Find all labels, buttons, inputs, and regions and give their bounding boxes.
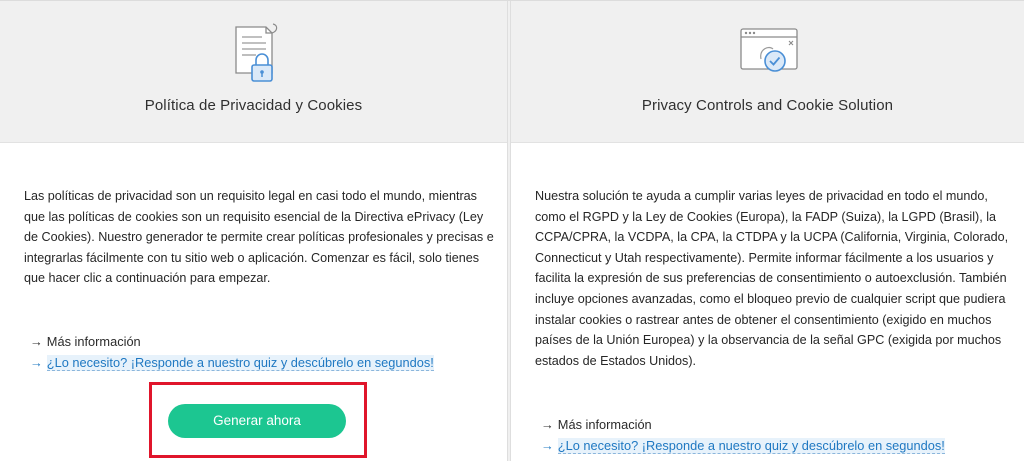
card-title: Política de Privacidad y Cookies: [144, 97, 363, 114]
card-description: Nuestra solución te ayuda a cumplir vari…: [535, 189, 1009, 368]
card-header: Privacy Controls and Cookie Solution: [511, 1, 1024, 143]
card-links: → Más información → ¿Lo necesito? ¡Respond…: [541, 414, 945, 456]
more-info-label: Más información: [557, 417, 652, 432]
page: Política de Privacidad y Cookies Las pol…: [0, 0, 1024, 461]
quiz-label: ¿Lo necesito? ¡Responde a nuestro quiz y…: [46, 355, 434, 371]
card-header: Política de Privacidad y Cookies: [0, 1, 507, 143]
privacy-policy-document-lock-icon: [226, 19, 286, 96]
card-description: Las políticas de privacidad son un requi…: [24, 189, 494, 286]
privacy-controls-card: Privacy Controls and Cookie Solution Nue…: [510, 1, 1024, 461]
more-info-link[interactable]: → Más información: [541, 414, 945, 435]
quiz-link[interactable]: → ¿Lo necesito? ¡Responde a nuestro quiz …: [541, 435, 945, 456]
arrow-right-icon: →: [541, 438, 554, 453]
quiz-link[interactable]: → ¿Lo necesito? ¡Responde a nuestro quiz …: [30, 352, 434, 373]
more-info-label: Más información: [46, 334, 141, 349]
privacy-policy-card: Política de Privacidad y Cookies Las pol…: [0, 1, 508, 461]
quiz-label: ¿Lo necesito? ¡Responde a nuestro quiz y…: [557, 438, 945, 454]
card-links: → Más información → ¿Lo necesito? ¡Respond…: [30, 331, 434, 373]
more-info-link[interactable]: → Más información: [30, 331, 434, 352]
generate-now-button[interactable]: Generar ahora: [168, 404, 346, 438]
arrow-right-icon: →: [30, 334, 43, 349]
browser-window-checkmark-icon: [737, 19, 801, 88]
card-title: Privacy Controls and Cookie Solution: [641, 97, 894, 114]
arrow-right-icon: →: [30, 355, 43, 370]
arrow-right-icon: →: [541, 417, 554, 432]
